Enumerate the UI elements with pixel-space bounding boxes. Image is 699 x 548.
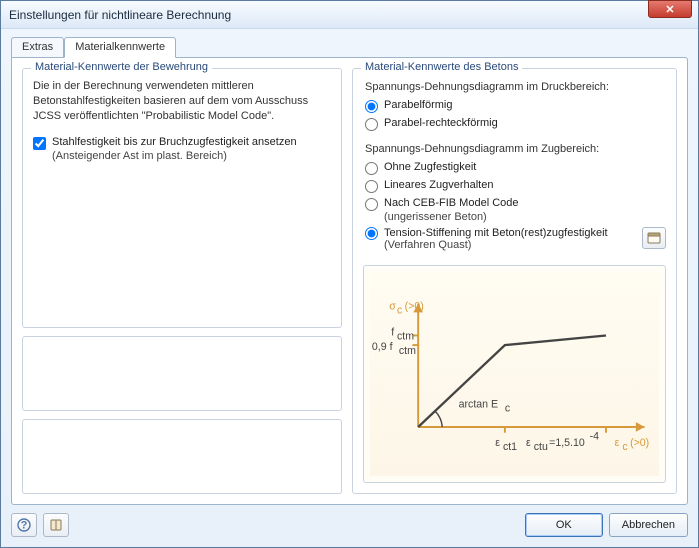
radio-parabel-rechteck[interactable] — [365, 118, 378, 131]
group-reinforcement: Material-Kennwerte der Bewehrung Die in … — [22, 68, 342, 328]
svg-text:arctan E: arctan E — [459, 399, 498, 411]
stress-strain-diagram: σ c (>0) f ctm 0,9 f ctm arctan E c ε — [370, 272, 659, 476]
tension-stiffening-settings-button[interactable] — [642, 227, 666, 249]
ok-button[interactable]: OK — [525, 513, 603, 537]
info-button[interactable] — [43, 513, 69, 537]
group-reinforcement-legend: Material-Kennwerte der Bewehrung — [31, 61, 212, 73]
client-area: Extras Materialkennwerte Material-Kennwe… — [1, 29, 698, 547]
cancel-button[interactable]: Abbrechen — [609, 513, 688, 537]
radio-parabel-row: Parabelförmig — [365, 99, 666, 113]
svg-text:ct1: ct1 — [503, 441, 517, 453]
check-steel-strength-label: Stahlfestigkeit bis zur Bruchzugfestigke… — [52, 136, 297, 148]
svg-text:c: c — [505, 403, 511, 415]
tab-extras-label: Extras — [22, 41, 53, 53]
svg-text:(>0): (>0) — [405, 300, 424, 312]
cancel-button-label: Abbrechen — [622, 519, 675, 531]
radio-ceb[interactable] — [365, 198, 378, 211]
empty-group-1 — [22, 336, 342, 411]
radio-no-tension[interactable] — [365, 162, 378, 175]
svg-text:ε: ε — [615, 437, 620, 449]
diagram-container: σ c (>0) f ctm 0,9 f ctm arctan E c ε — [363, 265, 666, 483]
radio-ceb-row: Nach CEB-FIB Model Code — [365, 197, 666, 211]
compression-radiogroup: Parabelförmig Parabel-rechteckförmig — [363, 99, 666, 131]
tab-material-label: Materialkennwerte — [75, 41, 165, 53]
radio-no-tension-label: Ohne Zugfestigkeit — [384, 161, 476, 173]
group-concrete-legend: Material-Kennwerte des Betons — [361, 61, 522, 73]
radio-parabel-label: Parabelförmig — [384, 99, 452, 111]
titlebar: Einstellungen für nichtlineare Berechnun… — [1, 1, 698, 29]
svg-text:=1,5.10: =1,5.10 — [549, 437, 585, 449]
reinforcement-description: Die in der Berechnung verwendeten mittle… — [33, 79, 331, 124]
svg-text:f: f — [391, 326, 394, 338]
close-button[interactable]: ✕ — [648, 0, 692, 18]
svg-text:ctm: ctm — [397, 330, 414, 342]
book-icon — [49, 518, 63, 532]
tension-label: Spannungs-Dehnungsdiagramm im Zugbereich… — [363, 143, 666, 155]
empty-group-2 — [22, 419, 342, 494]
svg-text:?: ? — [21, 520, 28, 532]
radio-linear-tension-row: Lineares Zugverhalten — [365, 179, 666, 193]
tabstrip: Extras Materialkennwerte — [11, 37, 688, 58]
svg-text:c: c — [622, 441, 628, 453]
radio-linear-tension[interactable] — [365, 180, 378, 193]
group-concrete: Material-Kennwerte des Betons Spannungs-… — [352, 68, 677, 494]
footer: ? OK Abbrechen — [11, 505, 688, 537]
check-steel-strength-row: Stahlfestigkeit bis zur Bruchzugfestigke… — [33, 136, 331, 150]
ok-button-label: OK — [556, 519, 572, 531]
window-title: Einstellungen für nichtlineare Berechnun… — [5, 8, 231, 22]
help-icon: ? — [17, 518, 31, 532]
svg-text:(>0): (>0) — [630, 437, 649, 449]
tab-extras[interactable]: Extras — [11, 37, 64, 58]
svg-text:ε: ε — [526, 437, 531, 449]
radio-parabel[interactable] — [365, 100, 378, 113]
svg-text:ctm: ctm — [399, 345, 416, 357]
dialog-window: Einstellungen für nichtlineare Berechnun… — [0, 0, 699, 548]
settings-icon — [647, 232, 661, 244]
radio-ceb-label: Nach CEB-FIB Model Code — [384, 197, 519, 209]
svg-text:σ: σ — [389, 300, 396, 312]
radio-no-tension-row: Ohne Zugfestigkeit — [365, 161, 666, 175]
radio-parabel-rechteck-row: Parabel-rechteckförmig — [365, 117, 666, 131]
tab-materialkennwerte[interactable]: Materialkennwerte — [64, 37, 176, 58]
svg-text:-4: -4 — [590, 431, 600, 443]
svg-text:ctu: ctu — [534, 441, 548, 453]
radio-parabel-rechteck-label: Parabel-rechteckförmig — [384, 117, 498, 129]
svg-text:ε: ε — [495, 437, 500, 449]
radio-ceb-sublabel: (ungerissener Beton) — [365, 211, 666, 223]
right-column: Material-Kennwerte des Betons Spannungs-… — [352, 68, 677, 494]
check-steel-strength-sublabel: (Ansteigender Ast im plast. Bereich) — [33, 150, 331, 162]
check-steel-strength[interactable] — [33, 137, 46, 150]
svg-text:0,9 f: 0,9 f — [372, 341, 393, 353]
tension-radiogroup: Ohne Zugfestigkeit Lineares Zugverhalten… — [363, 161, 666, 251]
tab-page: Material-Kennwerte der Bewehrung Die in … — [11, 57, 688, 505]
left-column: Material-Kennwerte der Bewehrung Die in … — [22, 68, 342, 494]
help-button[interactable]: ? — [11, 513, 37, 537]
compression-label: Spannungs-Dehnungsdiagramm im Druckberei… — [363, 81, 666, 93]
close-icon: ✕ — [665, 3, 674, 16]
radio-tension-stiffening-sublabel: (Verfahren Quast) — [384, 239, 636, 251]
radio-tension-stiffening-label: Tension-Stiffening mit Beton(rest)zugfes… — [384, 227, 608, 239]
svg-text:c: c — [397, 304, 403, 316]
radio-linear-tension-label: Lineares Zugverhalten — [384, 179, 493, 191]
radio-tension-stiffening[interactable] — [365, 227, 378, 240]
